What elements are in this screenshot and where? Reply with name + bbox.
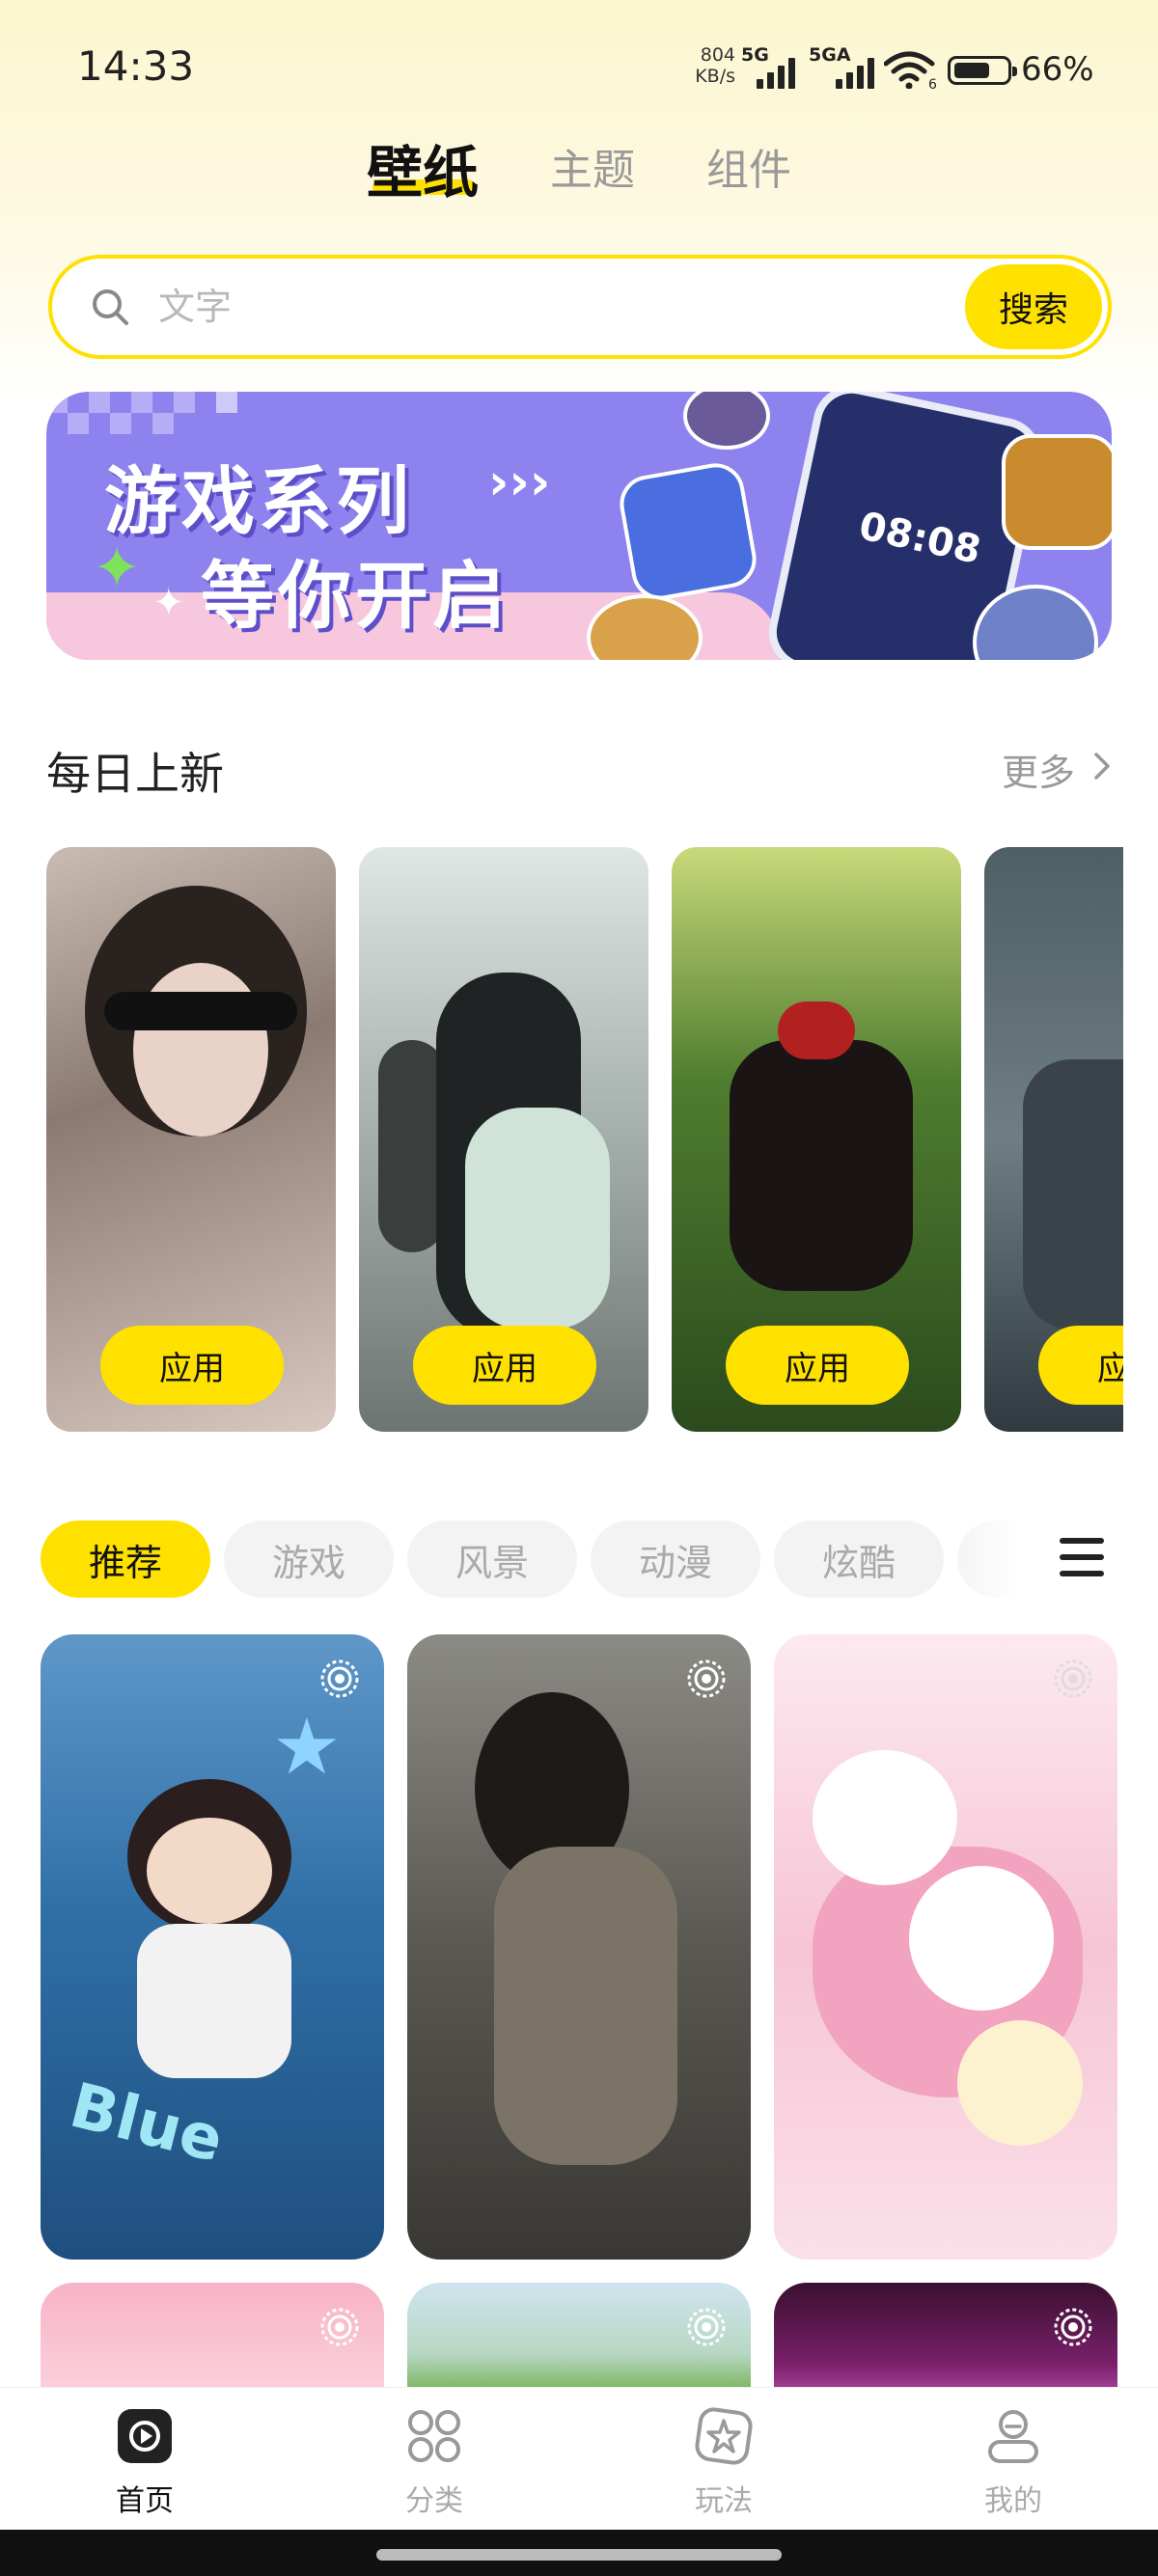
status-bar: 14:33 804 KB/s 5G 5GA 6 66%: [0, 0, 1158, 135]
tile-bunny-3: [957, 2020, 1083, 2146]
tile-doll-face: [147, 1818, 272, 1924]
live-wallpaper-icon: [320, 1659, 359, 1698]
card-face: [133, 963, 268, 1137]
chip-recommend[interactable]: 推荐: [41, 1521, 210, 1598]
tile-text: Blue: [63, 2069, 231, 2178]
more-link[interactable]: 更多: [1002, 743, 1075, 796]
tab-theme[interactable]: 主题: [550, 135, 635, 197]
user-icon: [988, 2410, 1038, 2463]
sparkle-small-icon: ✦: [152, 581, 185, 625]
net-speed-value: 804: [700, 44, 735, 66]
wifi-icon: 6: [884, 51, 937, 89]
game-badge-1: [615, 458, 761, 605]
sparkle-icon: ✦: [93, 534, 142, 602]
star-icon: ★: [272, 1702, 342, 1792]
phone-clock: 08:08: [855, 504, 985, 573]
card-figure-robe: [465, 1108, 610, 1329]
wifi-label: 6: [928, 77, 937, 89]
battery-icon: [948, 56, 1017, 85]
daily-card[interactable]: 应用: [46, 847, 336, 1432]
net-speed: 804 KB/s: [695, 44, 735, 87]
net-speed-unit: KB/s: [695, 66, 735, 87]
nav-home-label: 首页: [116, 2484, 174, 2518]
wallpaper-tile[interactable]: Blue ★: [41, 1634, 384, 2260]
wallpaper-tile[interactable]: [407, 1634, 751, 2260]
daily-section-title: 每日上新: [46, 748, 224, 800]
wallpaper-tile[interactable]: [407, 2283, 751, 2398]
chevron-right-icon[interactable]: [1090, 749, 1114, 783]
tab-widget[interactable]: 组件: [706, 135, 791, 197]
wallpaper-tile[interactable]: [774, 1634, 1117, 2260]
banner-arrows: ›››: [488, 453, 551, 511]
play-square-icon: [118, 2409, 172, 2463]
card-blindfold: [104, 992, 297, 1030]
chip-scenery[interactable]: 风景: [407, 1521, 577, 1598]
grid-circles-icon: [408, 2410, 460, 2462]
search-button[interactable]: 搜索: [965, 264, 1102, 349]
search-bar: 搜索: [48, 255, 1112, 359]
nav-play-label: 玩法: [695, 2484, 753, 2518]
tile-figure-dress: [494, 1847, 677, 2165]
nav-home[interactable]: 首页: [68, 2405, 222, 2519]
daily-card[interactable]: 应用: [359, 847, 648, 1432]
wallpaper-tile[interactable]: [41, 2283, 384, 2398]
live-wallpaper-icon: [687, 2308, 726, 2346]
tile-bunny-1: [813, 1750, 957, 1885]
star-badge-icon: [695, 2407, 753, 2465]
nav-category-label: 分类: [405, 2484, 463, 2518]
battery-percent: 66%: [1021, 50, 1094, 89]
checker-pattern: [46, 392, 237, 434]
chip-cool[interactable]: 炫酷: [774, 1521, 944, 1598]
live-wallpaper-icon: [1054, 2308, 1092, 2346]
promo-banner[interactable]: 游戏系列 ››› 等你开启 ✦ ✦ 08:08: [46, 392, 1112, 660]
search-icon: [93, 289, 128, 325]
category-chips: 推荐 游戏 风景 动漫 炫酷: [41, 1521, 1044, 1602]
game-badge-4: [1002, 434, 1112, 550]
banner-title-1: 游戏系列: [104, 458, 413, 544]
battery-fill: [954, 63, 989, 78]
card-soldier: [1023, 1059, 1123, 1329]
chips-fade: [946, 1515, 1052, 1603]
chip-anime[interactable]: 动漫: [591, 1521, 760, 1598]
home-indicator[interactable]: [376, 2549, 782, 2561]
live-wallpaper-icon: [1054, 1659, 1092, 1698]
bottom-navigation: 首页 分类 玩法 我的: [0, 2387, 1158, 2530]
apply-button[interactable]: 应用: [1038, 1326, 1123, 1405]
chip-games[interactable]: 游戏: [224, 1521, 394, 1598]
live-wallpaper-icon: [320, 2308, 359, 2346]
live-wallpaper-icon: [687, 1659, 726, 1698]
tile-doll-body: [137, 1924, 291, 2078]
nav-mine-label: 我的: [984, 2484, 1042, 2518]
game-badge-2: [683, 392, 770, 450]
search-input[interactable]: [158, 280, 979, 334]
menu-icon[interactable]: [1060, 1538, 1104, 1576]
daily-card[interactable]: 应用: [672, 847, 961, 1432]
card-figure-body: [730, 1040, 913, 1291]
apply-button[interactable]: 应用: [100, 1326, 284, 1405]
card-figure-hat: [778, 1001, 855, 1059]
nav-play[interactable]: 玩法: [647, 2405, 801, 2519]
nav-category[interactable]: 分类: [357, 2405, 511, 2519]
daily-cards-row: 应用 应用 应用 应用: [46, 847, 1123, 1432]
tab-wallpaper[interactable]: 壁纸: [367, 127, 479, 208]
tile-bunny-2: [909, 1866, 1054, 2011]
status-time: 14:33: [77, 42, 195, 90]
wallpaper-tile[interactable]: [774, 2283, 1117, 2398]
apply-button[interactable]: 应用: [726, 1326, 909, 1405]
nav-mine[interactable]: 我的: [936, 2405, 1090, 2519]
banner-title-2: 等你开启: [201, 553, 510, 639]
apply-button[interactable]: 应用: [413, 1326, 596, 1405]
daily-card[interactable]: 应用: [984, 847, 1123, 1432]
